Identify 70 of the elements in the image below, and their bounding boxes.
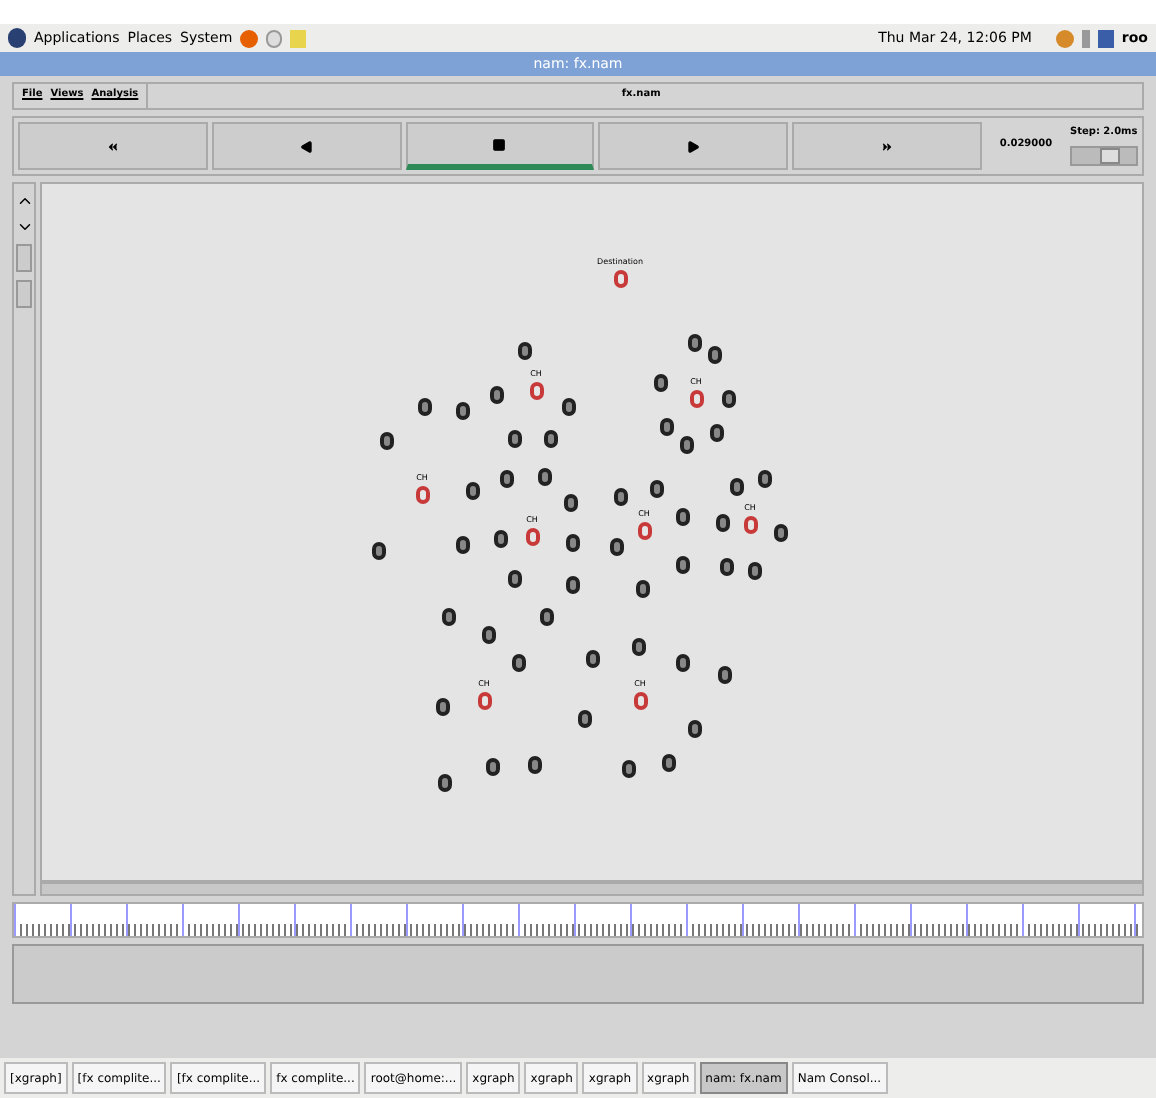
node-icon xyxy=(680,436,694,454)
node-icon xyxy=(436,698,450,716)
node-icon xyxy=(708,346,722,364)
node-icon xyxy=(512,654,526,672)
stop-icon xyxy=(492,137,507,151)
forward-button[interactable] xyxy=(792,122,982,170)
node-icon xyxy=(566,534,580,552)
node-icon xyxy=(722,390,736,408)
node-icon xyxy=(442,608,456,626)
slider-thumb[interactable] xyxy=(1100,147,1121,164)
back-button[interactable] xyxy=(211,122,402,170)
node-icon xyxy=(748,562,762,580)
node-icon xyxy=(538,468,552,486)
node-icon xyxy=(438,774,452,792)
node-icon xyxy=(654,374,668,392)
node-icon xyxy=(578,710,592,728)
rewind-button[interactable] xyxy=(18,122,208,170)
node-icon xyxy=(660,418,674,436)
node-icon xyxy=(528,756,542,774)
stop-button[interactable] xyxy=(405,122,595,170)
play-button[interactable] xyxy=(598,122,789,170)
node-icon xyxy=(486,758,500,776)
node-icon xyxy=(372,542,386,560)
node-icon xyxy=(758,470,772,488)
node-icon xyxy=(380,432,394,450)
tool-button[interactable] xyxy=(16,280,32,308)
node-icon xyxy=(650,480,664,498)
node-icon xyxy=(720,558,734,576)
node-icon xyxy=(718,666,732,684)
node-icon xyxy=(730,478,744,496)
forward-icon xyxy=(880,139,895,153)
node-icon xyxy=(610,538,624,556)
node-icon xyxy=(676,556,690,574)
timeline[interactable] xyxy=(12,902,1144,938)
node-icon xyxy=(562,398,576,416)
node-icon xyxy=(544,430,558,448)
node-icon xyxy=(774,524,788,542)
node-icon xyxy=(456,402,470,420)
back-icon xyxy=(299,139,314,153)
node-icon xyxy=(566,576,580,594)
rewind-icon xyxy=(105,139,120,153)
node-icon xyxy=(676,508,690,526)
node-icon xyxy=(710,424,724,442)
node-icon xyxy=(500,470,514,488)
node-icon xyxy=(508,570,522,588)
node-icon xyxy=(456,536,470,554)
zoom-out-icon[interactable] xyxy=(15,218,33,236)
node-icon xyxy=(494,530,508,548)
node-icon xyxy=(518,342,532,360)
node-icon xyxy=(716,514,730,532)
node-icon xyxy=(466,482,480,500)
node-icon xyxy=(688,720,702,738)
node-icon xyxy=(636,580,650,598)
node-icon xyxy=(418,398,432,416)
node-icon xyxy=(614,488,628,506)
play-icon xyxy=(686,139,701,153)
node-icon xyxy=(676,654,690,672)
node-icon xyxy=(586,650,600,668)
node-icon xyxy=(688,334,702,352)
node-icon xyxy=(540,608,554,626)
node-icon xyxy=(564,494,578,512)
step-slider[interactable] xyxy=(1069,145,1138,166)
horizontal-scrollbar[interactable] xyxy=(40,882,1144,896)
node-icon xyxy=(490,386,504,404)
node-icon xyxy=(508,430,522,448)
node-icon xyxy=(622,760,636,778)
node-icon xyxy=(632,638,646,656)
zoom-in-icon[interactable] xyxy=(15,192,33,210)
node-icon xyxy=(662,754,676,772)
node-icon xyxy=(482,626,496,644)
